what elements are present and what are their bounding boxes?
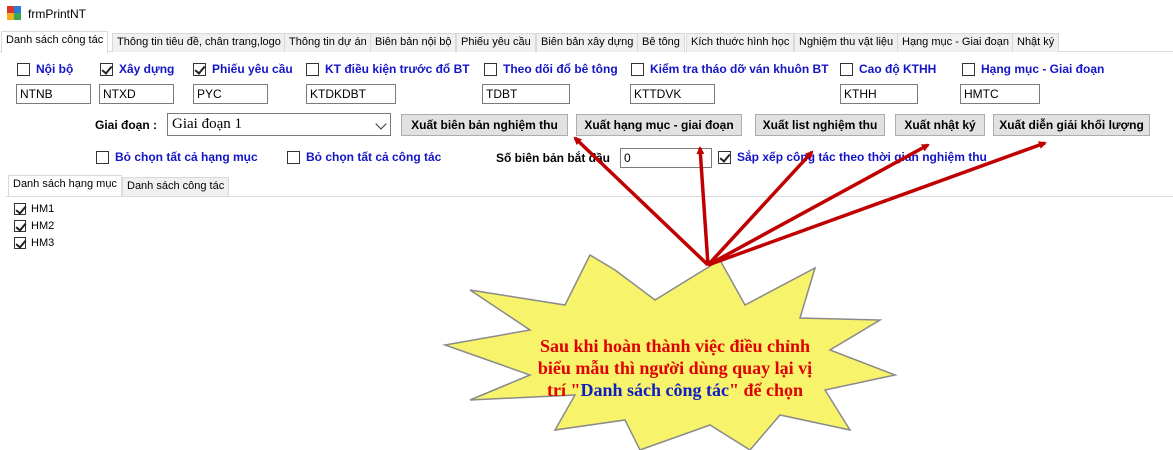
tab-hang-muc-giai-doan[interactable]: Hạng mục - Giai đoạn <box>897 33 1014 52</box>
checkbox-label: Bỏ chọn tất cả hạng mục <box>115 150 258 164</box>
subtab-danh-sach-hang-muc[interactable]: Danh sách hạng mục <box>8 175 122 196</box>
stage-label: Giai đoạn : <box>95 118 158 132</box>
export-acceptance-list-button[interactable]: Xuất list nghiệm thu <box>755 114 885 136</box>
tab-phieu-yeu-cau[interactable]: Phiếu yêu cầu <box>456 33 536 52</box>
tab-thong-tin-du-an[interactable]: Thông tin dự án <box>284 33 372 52</box>
tab-danh-sach-cong-tac[interactable]: Danh sách công tác <box>1 31 109 53</box>
code-field-hmtc[interactable] <box>960 84 1040 104</box>
checkbox-box[interactable] <box>96 150 109 164</box>
export-volume-explanation-button[interactable]: Xuất diễn giải khối lượng <box>993 114 1150 136</box>
callout-line-1: Sau khi hoàn thành việc điều chỉnh <box>539 336 811 356</box>
code-field-ntnb[interactable] <box>16 84 91 104</box>
tab-kich-thuoc-hinh-hoc[interactable]: Kích thuớc hình học <box>686 33 795 52</box>
list-item-label: HM1 <box>31 203 55 215</box>
code-field-kthh[interactable] <box>840 84 918 104</box>
callout-text: Sau khi hoàn thành việc điều chỉnh biểu … <box>470 335 880 401</box>
checkbox-phieu-yeu-cau[interactable]: Phiếu yêu cầu <box>193 62 293 76</box>
tab-nhat-ky[interactable]: Nhật ký <box>1012 33 1060 52</box>
export-acceptance-record-button[interactable]: Xuất biên bản nghiệm thu <box>401 114 568 136</box>
checkbox-label: KT điều kiện trước đổ BT <box>325 62 470 76</box>
window-title: frmPrintNT <box>28 7 86 21</box>
app-icon <box>7 6 21 20</box>
checkbox-box[interactable] <box>306 62 319 76</box>
checkbox-label: Hạng mục - Giai đoạn <box>981 62 1105 76</box>
main-tab-strip: Danh sách công tác Thông tin tiêu đề, ch… <box>0 31 1173 53</box>
checkbox-box[interactable] <box>14 237 26 249</box>
tab-thong-tin-tieu-de[interactable]: Thông tin tiêu đề, chân trang,logo <box>112 33 286 52</box>
stage-select[interactable]: Giai đoạn 1 <box>167 113 391 136</box>
list-item[interactable]: HM2 <box>14 220 54 232</box>
checkbox-label: Nội bộ <box>36 62 74 76</box>
checkbox-box[interactable] <box>840 62 853 76</box>
checkbox-xay-dung[interactable]: Xây dựng <box>100 62 174 76</box>
list-item[interactable]: HM3 <box>14 237 54 249</box>
checkbox-box[interactable] <box>193 62 206 76</box>
checkbox-label: Bỏ chọn tất cả công tác <box>306 150 442 164</box>
callout-line-3-pre: trí " <box>546 380 581 400</box>
checkbox-box[interactable] <box>287 150 300 164</box>
tab-be-tong[interactable]: Bê tông <box>637 33 685 52</box>
checkbox-hang-muc-giai-doan[interactable]: Hạng mục - Giai đoạn <box>962 62 1104 76</box>
checkbox-noi-bo[interactable]: Nội bộ <box>17 62 73 76</box>
tab-bien-ban-noi-bo[interactable]: Biên bản nội bộ <box>370 33 457 52</box>
code-field-pyc[interactable] <box>193 84 268 104</box>
checkbox-deselect-all-tasks[interactable]: Bỏ chọn tất cả công tác <box>287 150 441 164</box>
start-number-label: Số biên bản bắt đầu <box>496 151 611 165</box>
checkbox-box[interactable] <box>484 62 497 76</box>
callout-line-3: trí "Danh sách công tác" để chọn <box>470 379 880 401</box>
checkbox-label: Theo dõi đổ bê tông <box>503 62 618 76</box>
export-item-stage-button[interactable]: Xuất hạng mục - giai đoạn <box>576 114 742 136</box>
tab-bien-ban-xay-dung[interactable]: Biên bản xây dựng <box>536 33 639 52</box>
callout-line-3-post: " để chọn <box>728 380 803 400</box>
list-item[interactable]: HM1 <box>14 203 54 215</box>
checkbox-label: Xây dựng <box>119 62 175 76</box>
stage-select-value: Giai đoạn 1 <box>172 116 242 132</box>
checkbox-box[interactable] <box>14 220 26 232</box>
code-field-kttdvk[interactable] <box>630 84 715 104</box>
checkbox-label: Cao độ KTHH <box>859 62 937 76</box>
checkbox-box[interactable] <box>14 203 26 215</box>
checkbox-sort-by-time[interactable]: Sắp xếp công tác theo thời gian nghiệm t… <box>718 150 987 164</box>
code-field-tdbt[interactable] <box>482 84 570 104</box>
checkbox-cao-do-kthh[interactable]: Cao độ KTHH <box>840 62 936 76</box>
callout-highlight: Danh sách công tác <box>580 380 729 400</box>
checkbox-theo-doi-do-be-tong[interactable]: Theo dõi đổ bê tông <box>484 62 618 76</box>
checkbox-box[interactable] <box>962 62 975 76</box>
checkbox-box[interactable] <box>100 62 113 76</box>
checkbox-box[interactable] <box>17 62 30 76</box>
code-field-ktdkdbt[interactable] <box>306 84 396 104</box>
checkbox-deselect-all-items[interactable]: Bỏ chọn tất cả hạng mục <box>96 150 258 164</box>
subtab-danh-sach-cong-tac[interactable]: Danh sách công tác <box>122 177 230 196</box>
title-bar: frmPrintNT <box>0 0 1173 28</box>
checkbox-box[interactable] <box>718 150 731 164</box>
callout-line-2: biểu mẫu thì người dùng quay lại vị <box>537 358 813 378</box>
start-number-field[interactable] <box>620 148 712 168</box>
checkbox-label: Phiếu yêu cầu <box>212 62 293 76</box>
item-list-panel <box>6 196 1173 344</box>
list-item-label: HM2 <box>31 220 55 232</box>
checkbox-label: Sắp xếp công tác theo thời gian nghiệm t… <box>737 150 987 164</box>
export-diary-button[interactable]: Xuất nhật ký <box>895 114 985 136</box>
checkbox-label: Kiểm tra tháo dỡ ván khuôn BT <box>650 62 829 76</box>
code-field-ntxd[interactable] <box>99 84 174 104</box>
chevron-down-icon[interactable] <box>375 118 387 130</box>
checkbox-kt-dieu-kien[interactable]: KT điều kiện trước đổ BT <box>306 62 470 76</box>
tab-nghiem-thu-vat-lieu[interactable]: Nghiệm thu vật liệu <box>794 33 899 52</box>
checkbox-box[interactable] <box>631 62 644 76</box>
list-item-label: HM3 <box>31 237 55 249</box>
checkbox-kiem-tra-thao-do[interactable]: Kiểm tra tháo dỡ ván khuôn BT <box>631 62 829 76</box>
